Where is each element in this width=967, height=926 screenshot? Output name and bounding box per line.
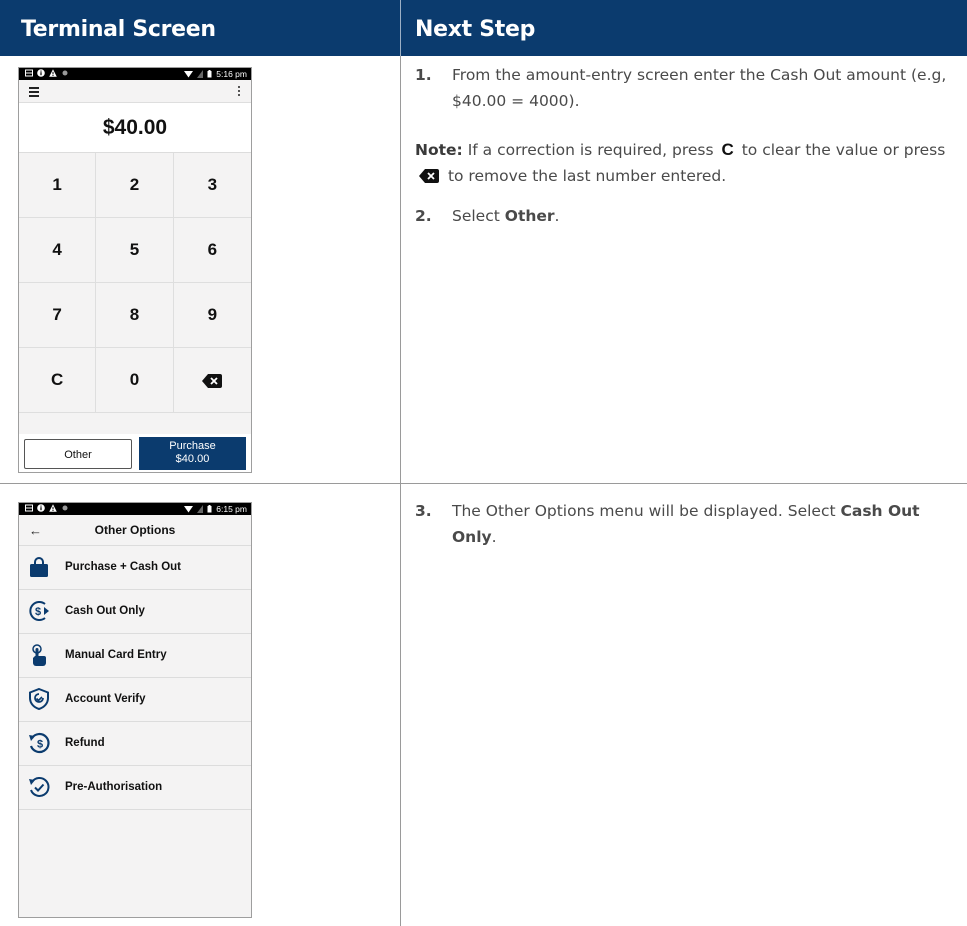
key-6[interactable]: 6 [173, 218, 251, 283]
header-next-step: Next Step [415, 17, 536, 42]
key-3[interactable]: 3 [173, 153, 251, 218]
purchase-button[interactable]: Purchase $40.00 [139, 437, 246, 470]
key-4[interactable]: 4 [19, 218, 97, 283]
clear-key-glyph: C [721, 140, 734, 159]
option-label: Purchase + Cash Out [65, 561, 181, 573]
status-time: 5:16 pm [216, 69, 247, 79]
table-header: Terminal Screen Next Step [0, 0, 967, 56]
step-number: 2. [415, 207, 432, 225]
note-paragraph: Note: If a correction is required, press… [415, 137, 960, 189]
app-bar [19, 80, 251, 103]
info-icon [37, 504, 45, 512]
key-8[interactable]: 8 [96, 283, 174, 348]
option-account-verify[interactable]: Account Verify [19, 678, 251, 722]
key-1[interactable]: 1 [19, 153, 97, 218]
step-number: 3. [415, 502, 432, 520]
storage-icon [25, 504, 33, 512]
more-options-icon[interactable] [238, 86, 241, 98]
screen-title: Other Options [94, 523, 176, 537]
header-divider [400, 0, 401, 56]
step-text-plain: Select [452, 207, 500, 225]
backspace-icon [419, 169, 439, 183]
purchase-amount: $40.00 [175, 453, 210, 465]
column-divider [400, 56, 401, 926]
header-terminal-screen: Terminal Screen [21, 17, 216, 42]
step-number: 1. [415, 66, 432, 84]
option-purchase-cash-out[interactable]: Purchase + Cash Out [19, 546, 251, 590]
backspace-icon [202, 373, 223, 388]
key-0[interactable]: 0 [96, 348, 174, 413]
hamburger-menu-icon[interactable] [29, 87, 39, 99]
option-label: Cash Out Only [65, 605, 145, 617]
step-text-bold: Other [504, 207, 555, 225]
option-label: Account Verify [65, 693, 146, 705]
key-backspace[interactable] [173, 348, 251, 413]
status-bar: 5:16 pm [19, 68, 251, 80]
warning-icon [49, 69, 57, 77]
key-5[interactable]: 5 [96, 218, 174, 283]
note-text: to remove the last number entered. [447, 167, 727, 185]
refund-icon: $ [29, 732, 50, 754]
battery-icon [207, 70, 212, 78]
info-icon [37, 69, 45, 77]
touch-hand-icon [32, 644, 46, 666]
warning-icon [49, 504, 57, 512]
note-text: If a correction is required, press [467, 141, 714, 159]
verify-shield-icon [29, 688, 49, 710]
signal-icon [197, 70, 204, 78]
step-text: From the amount-entry screen enter the C… [452, 66, 947, 110]
terminal-screen-other-options: 6:15 pm ← Other Options Purchase + Cash … [18, 502, 252, 918]
option-cash-out-only[interactable]: $ Cash Out Only [19, 590, 251, 634]
status-time: 6:15 pm [216, 504, 247, 514]
status-bar: 6:15 pm [19, 503, 251, 515]
svg-text:$: $ [35, 606, 41, 618]
key-2[interactable]: 2 [96, 153, 174, 218]
note-label: Note: [415, 141, 463, 159]
option-manual-card-entry[interactable]: Manual Card Entry [19, 634, 251, 678]
dot-icon [62, 505, 68, 511]
key-7[interactable]: 7 [19, 283, 97, 348]
cash-out-icon: $ [29, 601, 49, 621]
purchase-label: Purchase [169, 440, 216, 452]
option-label: Manual Card Entry [65, 649, 167, 661]
dot-icon [62, 70, 68, 76]
signal-icon [197, 505, 204, 513]
svg-text:$: $ [37, 739, 43, 751]
wifi-icon [184, 506, 194, 513]
key-9[interactable]: 9 [173, 283, 251, 348]
option-label: Pre-Authorisation [65, 781, 163, 793]
step-text: The Other Options menu will be displayed… [452, 502, 920, 546]
step-text: Select Other. [452, 207, 560, 225]
shopping-bag-icon [30, 557, 48, 577]
key-clear[interactable]: C [19, 348, 97, 413]
step-text-plain: The Other Options menu will be displayed… [452, 502, 836, 520]
row-divider [0, 483, 967, 484]
battery-icon [207, 505, 212, 513]
amount-display: $40.00 [19, 103, 251, 153]
other-button[interactable]: Other [24, 439, 132, 469]
terminal-screen-amount-entry: 5:16 pm $40.00 1 2 3 4 5 6 7 8 9 C 0 Oth… [18, 67, 252, 473]
pre-auth-icon [29, 777, 50, 797]
keypad: 1 2 3 4 5 6 7 8 9 C 0 [19, 153, 251, 413]
action-bar: Other Purchase $40.00 [19, 434, 251, 472]
option-refund[interactable]: $ Refund [19, 722, 251, 766]
wifi-icon [184, 71, 194, 78]
option-pre-authorisation[interactable]: Pre-Authorisation [19, 766, 251, 810]
note-text: to clear the value or press [741, 141, 946, 159]
option-label: Refund [65, 737, 105, 749]
app-bar: ← Other Options [19, 515, 251, 546]
storage-icon [25, 69, 33, 77]
